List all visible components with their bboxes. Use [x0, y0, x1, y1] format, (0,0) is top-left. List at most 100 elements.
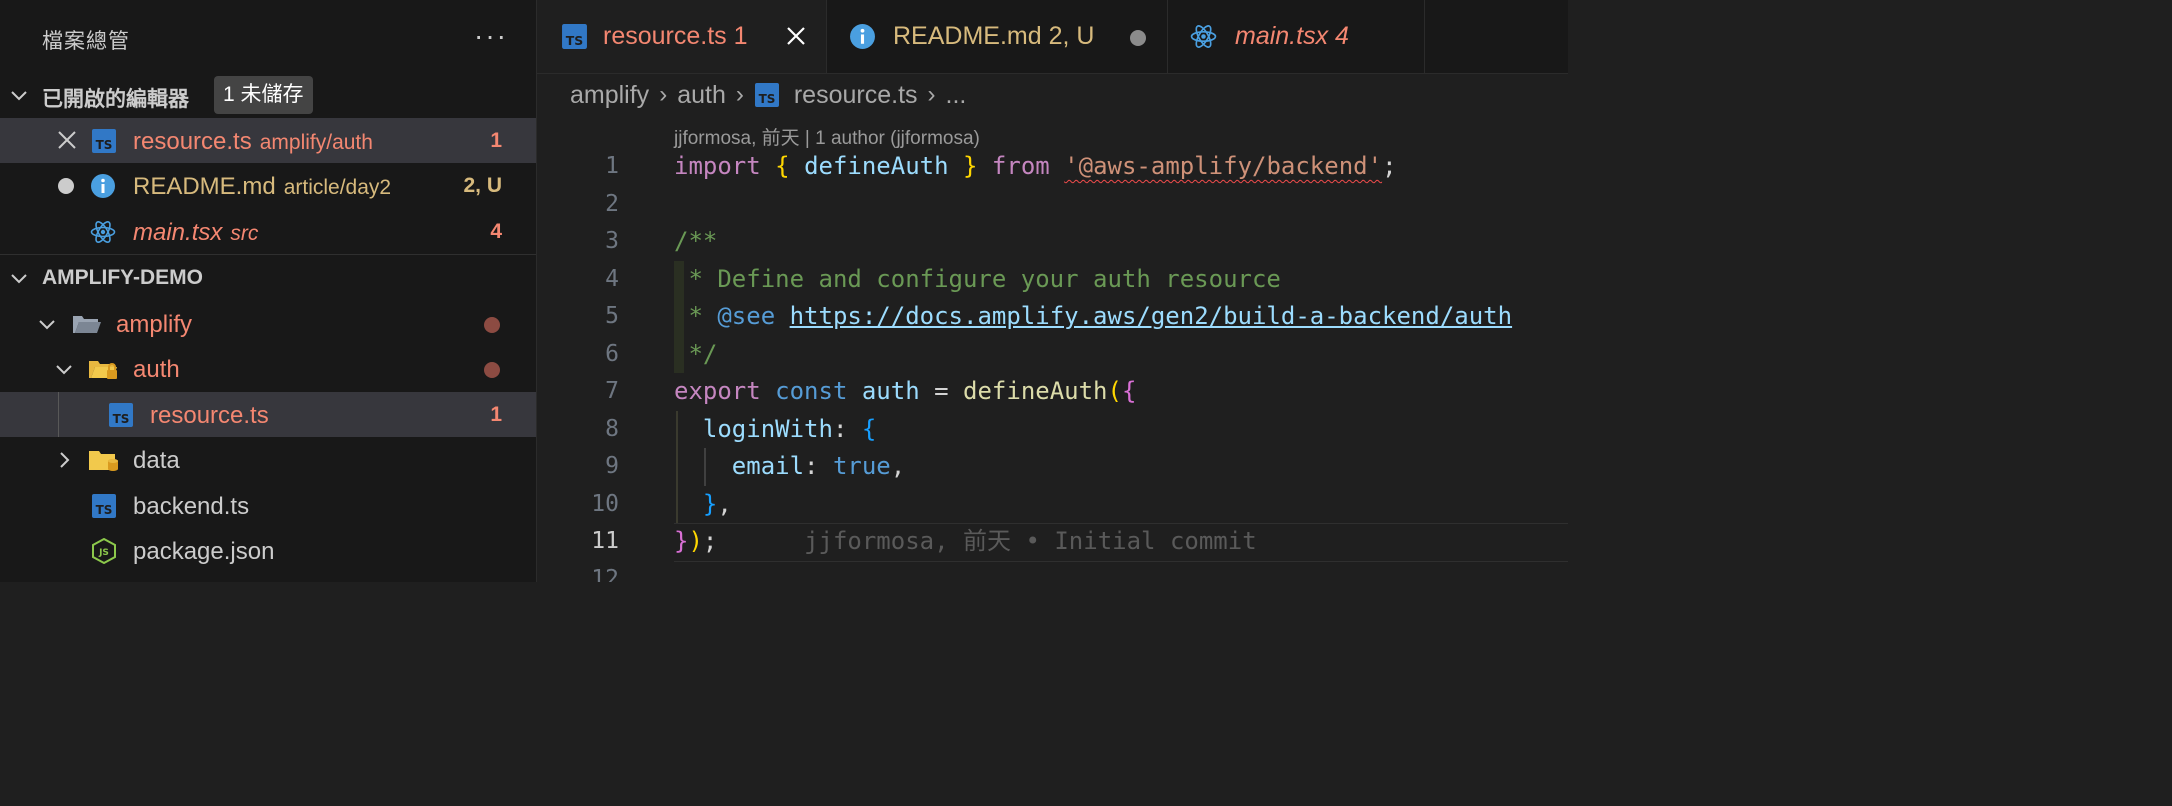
tab-readme-md[interactable]: README.md 2, U — [827, 0, 1168, 73]
code-line: 12 — [537, 561, 1568, 583]
code-editor[interactable]: 1 import { defineAuth } from '@aws-ampli… — [537, 148, 1568, 582]
token-brace: { — [861, 414, 877, 443]
info-icon — [90, 173, 116, 199]
token-punctuation: : — [832, 414, 848, 443]
line-text: */ — [674, 339, 718, 368]
problem-count: 1 — [490, 402, 502, 426]
open-editors-section-header[interactable]: 已開啟的編輯器 1 未儲存 — [0, 72, 536, 118]
file-dir: article/day2 — [283, 176, 392, 199]
open-editor-item[interactable]: README.md article/day2 2, U — [0, 163, 536, 209]
file-name: README.md — [133, 173, 276, 200]
token-operator: = — [934, 377, 949, 405]
tab-badge: 2, U — [1048, 22, 1095, 50]
breadcrumb-item[interactable]: auth — [677, 81, 726, 110]
tab-badge: 1 — [733, 22, 748, 50]
svg-text:TS: TS — [566, 33, 583, 48]
problem-count: 4 — [490, 219, 502, 243]
inline-blame[interactable]: jjformosa, 前天 • Initial commit — [804, 527, 1257, 555]
code-line: 10 }, — [537, 486, 1568, 524]
code-line-current: 11 }); jjformosa, 前天 • Initial commit — [537, 523, 1568, 562]
open-editor-name: main.tsx src — [133, 219, 258, 247]
open-editor-item[interactable]: main.tsx src 4 — [0, 209, 536, 255]
tree-item-label: amplify — [116, 310, 193, 338]
token-punctuation: , — [717, 489, 732, 518]
chevron-right-icon — [53, 449, 75, 471]
line-text: }); jjformosa, 前天 • Initial commit — [674, 523, 1257, 561]
modified-dot-icon — [484, 316, 500, 333]
close-icon[interactable] — [785, 25, 807, 47]
doc-link[interactable]: https://docs.amplify.aws/gen2/build-a-ba… — [790, 302, 1512, 330]
file-dir: src — [230, 221, 259, 245]
blame-codelens[interactable]: jjformosa, 前天 | 1 author (jjformosa) — [674, 123, 980, 150]
workspace-section-header[interactable]: AMPLIFY-DEMO — [0, 254, 536, 301]
tree-item-label: data — [133, 447, 180, 474]
tab-label: resource.ts 1 — [603, 22, 748, 51]
breadcrumb-item[interactable]: ... — [946, 81, 967, 110]
token-keyword: from — [991, 152, 1050, 180]
unsaved-dot-icon[interactable] — [1130, 30, 1146, 46]
token-brace: } — [702, 489, 718, 518]
token-paren: ( — [1107, 377, 1122, 405]
svg-text:JS: JS — [98, 548, 109, 558]
line-number: 6 — [605, 340, 619, 367]
token-identifier: defineAuth — [804, 152, 949, 180]
token-identifier: auth — [861, 377, 920, 405]
tree-item-package-json[interactable]: JS package.json — [0, 528, 536, 574]
token-string-error[interactable]: '@aws-amplify/backend' — [1064, 152, 1382, 180]
chevron-down-icon — [8, 84, 30, 106]
typescript-icon: TS — [561, 23, 588, 50]
code-line: 9 email: true, — [537, 448, 1568, 486]
tree-item-backend-ts[interactable]: TS backend.ts — [0, 483, 536, 529]
open-editor-item[interactable]: TS resource.ts amplify/auth 1 — [0, 117, 536, 163]
modified-dot-icon — [484, 362, 500, 378]
line-number: 9 — [605, 453, 619, 479]
line-number: 7 — [605, 378, 619, 404]
token-property: loginWith — [702, 414, 833, 443]
tree-item-amplify[interactable]: amplify — [0, 301, 536, 347]
close-icon[interactable] — [56, 129, 78, 151]
chevron-right-icon: › — [659, 81, 668, 109]
token-function: defineAuth — [963, 377, 1108, 405]
line-text: import { defineAuth } from '@aws-amplify… — [674, 148, 1397, 186]
code-line: 2 — [537, 186, 1568, 224]
code-line: 3 /** — [537, 223, 1568, 261]
svg-text:TS: TS — [96, 503, 113, 517]
folder-open-icon — [72, 311, 102, 337]
typescript-icon: TS — [754, 82, 780, 108]
tab-title: main.tsx — [1235, 22, 1329, 50]
problem-count: 1 — [490, 128, 502, 152]
unsaved-dot-icon[interactable] — [58, 178, 74, 194]
line-number: 8 — [605, 415, 619, 442]
breadcrumb: amplify › auth › TS resource.ts ›... — [570, 80, 966, 116]
breadcrumb-item[interactable]: resource.ts — [794, 81, 918, 110]
token-brace: { — [775, 152, 790, 180]
explorer-title: 檔案總管 — [42, 30, 130, 53]
folder-database-icon — [88, 447, 120, 473]
breadcrumb-item[interactable]: amplify — [570, 81, 649, 110]
indent-guide — [58, 391, 59, 437]
open-editor-name: resource.ts amplify/auth — [133, 128, 373, 156]
line-text: loginWith: { — [674, 411, 876, 449]
tree-item-resource-ts[interactable]: TS resource.ts 1 — [0, 391, 536, 437]
tree-item-data[interactable]: data — [0, 437, 536, 483]
tab-main-tsx[interactable]: main.tsx 4 — [1168, 0, 1425, 73]
typescript-icon: TS — [108, 402, 134, 428]
line-number: 2 — [605, 190, 619, 217]
unsaved-badge: 1 未儲存 — [214, 76, 313, 114]
explorer-header: 檔案總管 ··· — [0, 0, 536, 72]
explorer-sidebar: 檔案總管 ··· 已開啟的編輯器 1 未儲存 TS resource.ts amp… — [0, 0, 537, 582]
line-number: 3 — [605, 228, 619, 254]
chevron-down-icon — [53, 358, 75, 380]
tab-title: resource.ts — [603, 22, 727, 50]
line-text: export const auth = defineAuth({ — [674, 373, 1136, 411]
tab-resource-ts[interactable]: TS resource.ts 1 — [537, 0, 827, 73]
line-number: 5 — [605, 303, 619, 329]
more-actions-icon[interactable]: ··· — [474, 20, 508, 52]
svg-text:TS: TS — [758, 92, 775, 106]
tree-item-label: auth — [133, 356, 180, 383]
line-text: * @see https://docs.amplify.aws/gen2/bui… — [674, 298, 1512, 336]
token-brace: } — [963, 152, 978, 180]
line-text: }, — [674, 486, 732, 524]
tree-item-auth[interactable]: auth — [0, 346, 536, 392]
code-line: 4 * Define and configure your auth resou… — [537, 261, 1568, 299]
